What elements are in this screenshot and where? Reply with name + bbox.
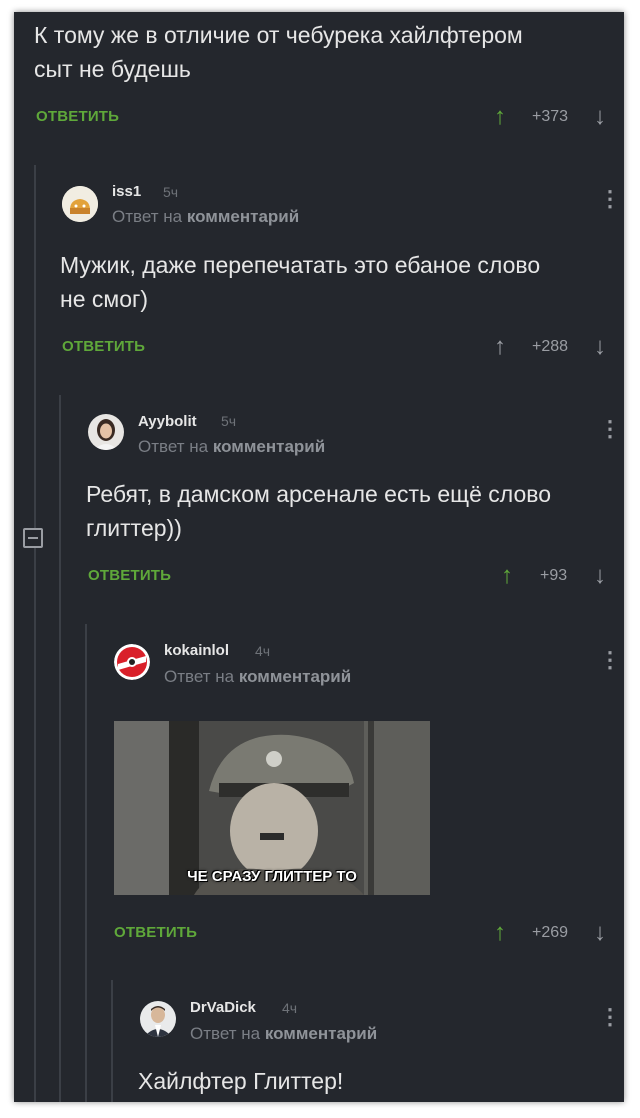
avatar[interactable]: [62, 186, 98, 222]
collapse-thread-icon[interactable]: [23, 528, 43, 548]
reply-to-label[interactable]: Ответ на комментарий: [112, 207, 299, 227]
reply-button[interactable]: ОТВЕТИТЬ: [114, 924, 197, 941]
reply-to-link[interactable]: комментарий: [187, 207, 299, 226]
comment-text: Мужик, даже перепечатать это ебаное слов…: [60, 248, 540, 316]
username[interactable]: iss1: [112, 183, 141, 200]
reply-to-link[interactable]: комментарий: [213, 437, 325, 456]
avatar[interactable]: [114, 644, 150, 680]
thread-line-level1: [34, 165, 36, 1102]
avatar[interactable]: [140, 1001, 176, 1037]
score: +288: [532, 338, 569, 355]
reply-to-label[interactable]: Ответ на комментарий: [138, 437, 325, 457]
kebab-menu-icon[interactable]: ⋮: [599, 418, 621, 440]
arrow-down-icon[interactable]: ↓: [594, 564, 606, 588]
comment-text-line: Хайлфтер Глиттер!: [138, 1068, 344, 1094]
timestamp: 5ч: [221, 413, 237, 429]
reply-button[interactable]: ОТВЕТИТЬ: [88, 567, 171, 584]
comments-panel: К тому же в отличие от чебурека хайлфтер…: [14, 12, 624, 1102]
arrow-up-icon[interactable]: ↑: [494, 105, 506, 129]
reply-to-link[interactable]: комментарий: [239, 667, 351, 686]
reply-to-link[interactable]: комментарий: [265, 1024, 377, 1043]
avatar-bread-icon: [62, 186, 98, 222]
score: +373: [532, 108, 569, 125]
comment-text-line: не смог): [60, 286, 149, 312]
avatar-photo-icon: [88, 414, 124, 450]
reply-to-label[interactable]: Ответ на комментарий: [164, 667, 351, 687]
meme-caption: ЧЕ СРАЗУ ГЛИТТЕР ТО: [187, 868, 357, 885]
timestamp: 4ч: [255, 643, 271, 659]
arrow-up-icon[interactable]: ↑: [494, 335, 506, 359]
username[interactable]: DrVaDick: [190, 999, 256, 1016]
arrow-down-icon[interactable]: ↓: [594, 335, 606, 359]
arrow-down-icon[interactable]: ↓: [594, 105, 606, 129]
comment-image[interactable]: ЧЕ СРАЗУ ГЛИТТЕР ТО: [114, 721, 430, 895]
reply-button[interactable]: ОТВЕТИТЬ: [62, 338, 145, 355]
timestamp: 4ч: [282, 1000, 298, 1016]
avatar-spartak-logo-icon: [114, 644, 150, 680]
thread-line-level3: [85, 624, 87, 1102]
kebab-menu-icon[interactable]: ⋮: [599, 188, 621, 210]
reply-to-prefix: Ответ на: [138, 437, 209, 456]
kebab-menu-icon[interactable]: ⋮: [599, 1006, 621, 1028]
avatar-photo-icon: [140, 1001, 176, 1037]
comment-text-line: глиттер)): [86, 515, 182, 541]
reply-to-prefix: Ответ на: [164, 667, 235, 686]
comment-text-line: К тому же в отличие от чебурека хайлфтер…: [34, 22, 523, 48]
kebab-menu-icon[interactable]: ⋮: [599, 649, 621, 671]
username[interactable]: kokainlol: [164, 642, 229, 659]
timestamp: 5ч: [163, 184, 179, 200]
reply-button[interactable]: ОТВЕТИТЬ: [36, 108, 119, 125]
comment-text-line: сыт не будешь: [34, 56, 191, 82]
comment-text: К тому же в отличие от чебурека хайлфтер…: [34, 18, 523, 86]
username[interactable]: Ayybolit: [138, 413, 197, 430]
comment-text: Хайлфтер Глиттер!: [138, 1064, 343, 1098]
avatar[interactable]: [88, 414, 124, 450]
comment-text-line: Ребят, в дамском арсенале есть ещё слово: [86, 481, 551, 507]
comment-text: Ребят, в дамском арсенале есть ещё слово…: [86, 477, 551, 545]
thread-line-level4: [111, 980, 113, 1102]
reply-to-prefix: Ответ на: [190, 1024, 261, 1043]
comment-text-line: Мужик, даже перепечатать это ебаное слов…: [60, 252, 541, 278]
arrow-down-icon[interactable]: ↓: [594, 921, 606, 945]
arrow-up-icon[interactable]: ↑: [501, 564, 513, 588]
reply-to-label[interactable]: Ответ на комментарий: [190, 1024, 377, 1044]
score: +269: [532, 924, 569, 941]
reply-to-prefix: Ответ на: [112, 207, 183, 226]
arrow-up-icon[interactable]: ↑: [494, 921, 506, 945]
score: +93: [540, 567, 568, 584]
thread-line-level2: [59, 395, 61, 1102]
